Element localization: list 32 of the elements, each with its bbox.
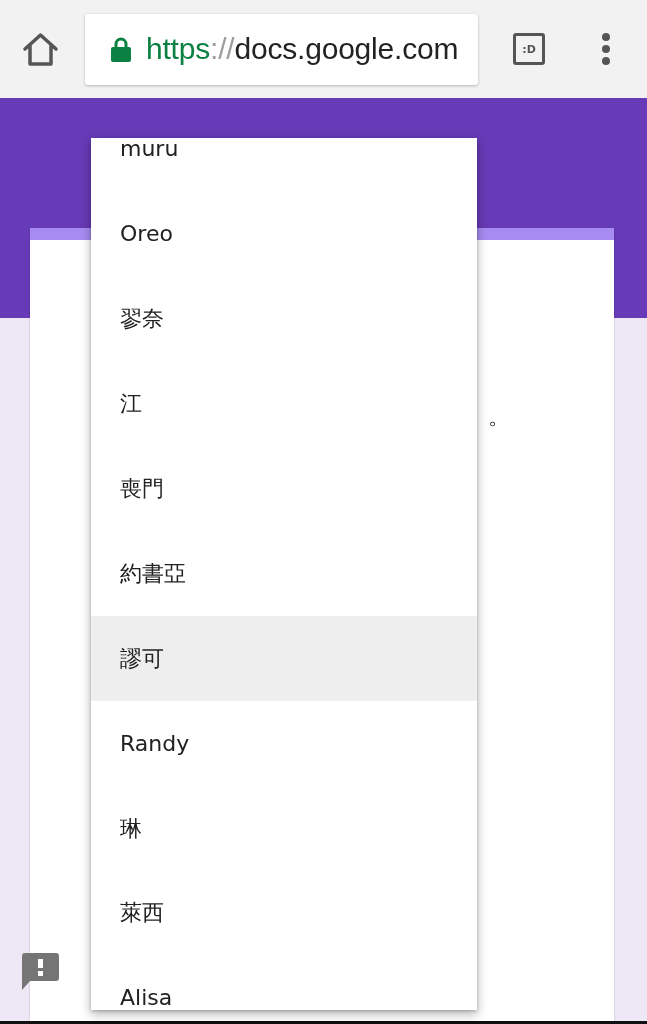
option-label: muru (120, 138, 179, 161)
option-label: 約書亞 (120, 562, 186, 585)
dropdown-option[interactable]: 琳 (91, 786, 477, 871)
description-text: 。 (488, 404, 510, 429)
address-bar[interactable]: https://docs.google.com (85, 13, 478, 85)
option-label: 萊西 (120, 902, 164, 925)
menu-icon (601, 33, 611, 65)
option-label: Randy (120, 732, 190, 755)
feedback-button[interactable] (22, 953, 59, 990)
lock-icon (111, 36, 131, 62)
dropdown-option[interactable]: 謬可 (91, 616, 477, 702)
option-label: 江 (120, 393, 142, 416)
dropdown-option[interactable]: 約書亞 (91, 531, 477, 617)
dropdown-option[interactable]: 翏奈 (91, 276, 477, 362)
dropdown-option[interactable]: Oreo (91, 191, 477, 277)
home-icon (22, 31, 59, 67)
option-label: Alisa (120, 987, 173, 1010)
home-button[interactable] (22, 31, 59, 67)
dropdown-option[interactable]: 萊西 (91, 871, 477, 956)
dropdown-option[interactable]: 喪門 (91, 446, 477, 532)
dropdown-option[interactable]: muru (91, 138, 477, 192)
option-label: 謬可 (120, 647, 164, 670)
menu-button[interactable] (601, 33, 611, 65)
option-label: Oreo (120, 223, 173, 246)
tab-switcher-button[interactable]: :D (513, 33, 545, 65)
dropdown-option[interactable]: Randy (91, 701, 477, 787)
option-label: 琳 (120, 817, 142, 840)
option-label: 翏奈 (120, 308, 164, 331)
url-text: https://docs.google.com (146, 32, 459, 66)
dropdown-option[interactable]: 江 (91, 361, 477, 447)
dropdown-option[interactable]: Alisa (91, 955, 477, 1010)
option-label: 喪門 (120, 478, 164, 500)
